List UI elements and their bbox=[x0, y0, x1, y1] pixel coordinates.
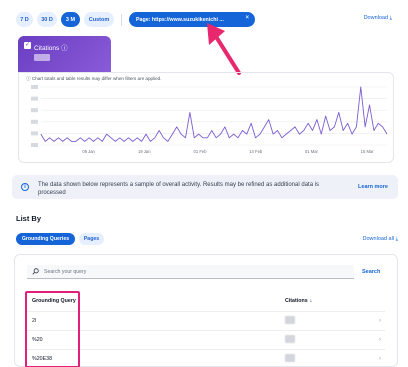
list-by-title: List By bbox=[16, 214, 42, 223]
table-row[interactable]: 2l › bbox=[27, 311, 385, 330]
info-icon: ⓘ bbox=[61, 45, 68, 52]
search-placeholder: Search your query bbox=[44, 269, 87, 275]
download-all-link[interactable]: Download all ⤓ bbox=[363, 236, 398, 243]
annotation-arrow-icon bbox=[207, 23, 241, 75]
citations-cell-redacted bbox=[285, 335, 295, 343]
range-3m-button[interactable]: 3 M bbox=[61, 12, 80, 27]
sample-data-banner: i The data shown below represents a samp… bbox=[12, 175, 398, 199]
banner-text: The data shown below represents a sample… bbox=[38, 182, 320, 196]
table-row[interactable]: %20 › bbox=[27, 330, 385, 349]
range-7d-button[interactable]: 7 D bbox=[16, 12, 33, 27]
table-row[interactable]: %20E38 › bbox=[27, 349, 385, 367]
learn-more-link[interactable]: Learn more bbox=[358, 184, 388, 190]
chevron-right-icon[interactable]: › bbox=[379, 336, 381, 343]
download-icon: ⤓ bbox=[389, 15, 392, 21]
page-filter-label: Page: https://www.suzukikenichi ... bbox=[136, 16, 224, 23]
tab-grounding-queries[interactable]: Grounding Queries bbox=[16, 233, 75, 245]
info-icon: i bbox=[21, 183, 29, 191]
y-tick-label-redacted bbox=[30, 96, 38, 101]
metric-label: Citations ⓘ bbox=[34, 45, 68, 52]
close-icon[interactable]: × bbox=[245, 15, 249, 21]
citations-metric-card[interactable]: ✓ Citations ⓘ bbox=[18, 36, 111, 72]
citations-line-chart: 06 Jan 19 Jan 01 Feb 14 Feb 01 Mar 15 Mar bbox=[30, 85, 388, 154]
queries-table-panel: Search your query Search Grounding Query… bbox=[14, 254, 398, 367]
download-icon: ⤓ bbox=[395, 236, 398, 242]
x-tick-label: 15 Mar bbox=[361, 149, 375, 154]
citations-cell-redacted bbox=[285, 316, 295, 324]
download-all-label: Download all bbox=[362, 236, 395, 242]
chart-panel: ⓘ Chart totals and table results may dif… bbox=[18, 72, 394, 163]
x-tick-label: 01 Feb bbox=[194, 149, 208, 154]
search-icon bbox=[32, 268, 39, 275]
y-tick-label-redacted bbox=[30, 108, 38, 113]
column-header-citations[interactable]: Citations ↓ bbox=[285, 298, 312, 304]
x-tick-label: 19 Jan bbox=[138, 149, 151, 154]
citations-cell-redacted bbox=[285, 354, 295, 362]
chart-note: ⓘ Chart totals and table results may dif… bbox=[26, 76, 162, 81]
range-custom-button[interactable]: Custom bbox=[84, 12, 114, 27]
x-tick-label: 01 Mar bbox=[305, 149, 319, 154]
chevron-right-icon[interactable]: › bbox=[379, 355, 381, 362]
range-30d-button[interactable]: 30 D bbox=[37, 12, 57, 27]
download-link[interactable]: Download ⤓ bbox=[364, 15, 392, 22]
y-tick-label-redacted bbox=[30, 119, 38, 124]
sort-down-icon[interactable]: ↓ bbox=[310, 298, 313, 304]
toolbar-divider bbox=[121, 14, 122, 26]
tab-pages[interactable]: Pages bbox=[79, 233, 104, 245]
x-tick-label: 06 Jan bbox=[82, 149, 95, 154]
chevron-right-icon[interactable]: › bbox=[379, 317, 381, 324]
download-label: Download bbox=[363, 15, 389, 21]
y-tick-label-redacted bbox=[30, 143, 38, 147]
y-tick-label-redacted bbox=[30, 85, 38, 89]
y-tick-label-redacted bbox=[30, 131, 38, 136]
checkbox-icon[interactable]: ✓ bbox=[24, 42, 31, 49]
metric-value-redacted bbox=[34, 54, 50, 61]
x-tick-label: 14 Feb bbox=[249, 149, 263, 154]
search-button[interactable]: Search bbox=[362, 269, 380, 275]
highlight-box bbox=[25, 291, 80, 367]
search-input[interactable]: Search your query bbox=[27, 265, 354, 279]
